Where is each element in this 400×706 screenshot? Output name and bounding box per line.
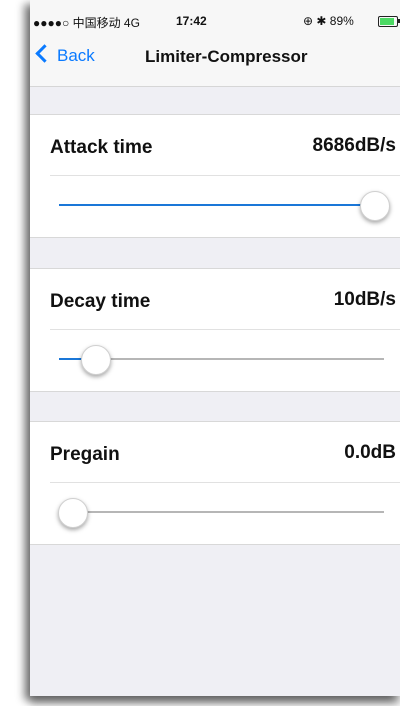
page-title: Limiter-Compressor — [145, 47, 308, 66]
pregain-section: Pregain 0.0dB — [30, 421, 400, 545]
divider — [50, 482, 400, 483]
pregain-slider[interactable] — [58, 495, 384, 529]
decay-time-value: 10dB/s — [333, 289, 396, 310]
slider-thumb[interactable] — [360, 191, 391, 221]
battery-icon — [378, 16, 400, 27]
pregain-label: Pregain — [50, 444, 120, 465]
decay-time-section: Decay time 10dB/s — [30, 268, 400, 392]
slider-thumb[interactable] — [58, 498, 88, 528]
decay-time-slider[interactable] — [59, 342, 384, 376]
divider — [50, 175, 400, 176]
attack-time-section: Attack time 8686dB/s — [30, 114, 400, 238]
slider-thumb[interactable] — [80, 345, 111, 375]
carrier-label: ●●●●○ 中国移动 4G — [33, 16, 140, 30]
attack-time-label: Attack time — [50, 137, 153, 158]
back-label: Back — [57, 46, 95, 65]
divider — [50, 329, 400, 330]
app-screen: ●●●●○ 中国移动 4G 17:42 ⊕ ✱ 89% Back Limiter… — [30, 0, 400, 696]
pregain-row: Pregain 0.0dB — [30, 422, 400, 482]
decay-time-row: Decay time 10dB/s — [30, 269, 400, 329]
attack-time-row: Attack time 8686dB/s — [30, 115, 400, 175]
back-button[interactable]: Back — [35, 44, 95, 66]
attack-time-slider[interactable] — [59, 188, 391, 222]
attack-time-value: 8686dB/s — [312, 135, 396, 156]
top-bar: ●●●●○ 中国移动 4G 17:42 ⊕ ✱ 89% Back Limiter… — [30, 0, 400, 87]
chevron-left-icon — [35, 44, 54, 63]
slider-fill — [59, 204, 375, 206]
clock: 17:42 — [176, 14, 207, 28]
navigation-bar: Back Limiter-Compressor — [30, 42, 400, 72]
battery-fill — [380, 18, 395, 25]
status-bar: ●●●●○ 中国移动 4G 17:42 ⊕ ✱ 89% — [30, 0, 400, 30]
decay-time-label: Decay time — [50, 291, 151, 312]
status-indicators: ⊕ ✱ 89% — [303, 14, 354, 28]
pregain-value: 0.0dB — [344, 442, 396, 463]
slider-track — [59, 511, 384, 513]
